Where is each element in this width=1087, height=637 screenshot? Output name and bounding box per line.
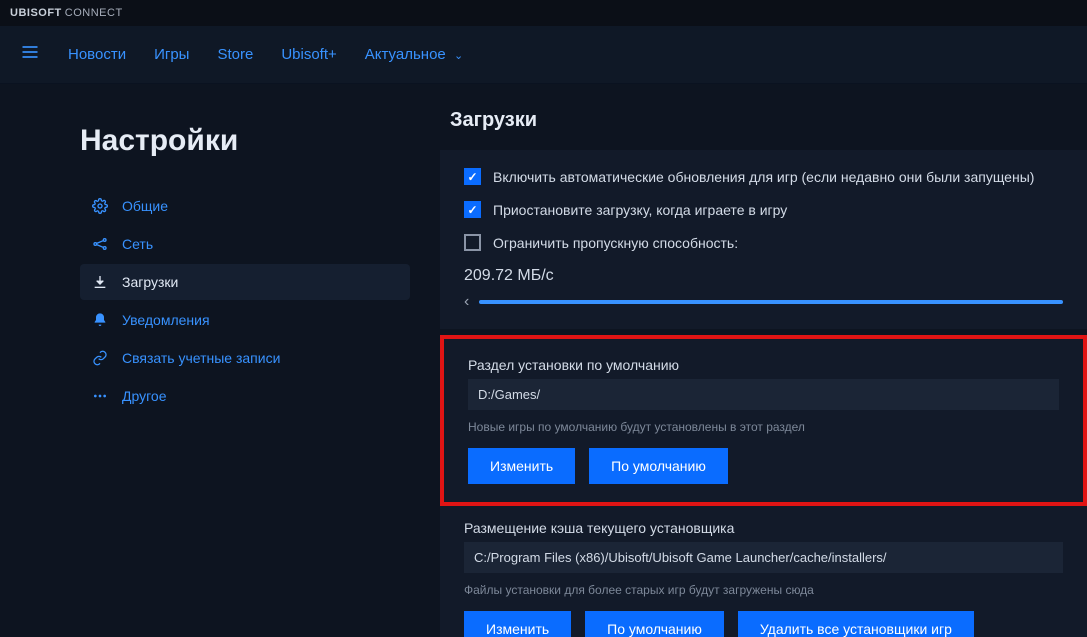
titlebar: UBISOFT CONNECT	[0, 0, 1087, 26]
nav-actual[interactable]: Актуальное ⌄	[365, 46, 463, 63]
nav-ubisoftplus[interactable]: Ubisoft+	[281, 46, 336, 63]
cache-change-button[interactable]: Изменить	[464, 611, 571, 637]
sidebar-item-link-accounts[interactable]: Связать учетные записи	[80, 340, 410, 376]
sidebar-item-label: Общие	[122, 198, 168, 214]
checkbox-label: Приостановите загрузку, когда играете в …	[493, 202, 787, 218]
chevron-left-icon[interactable]: ‹	[464, 293, 469, 311]
bandwidth-value: 209.72 МБ/с	[464, 267, 1063, 285]
nav-games[interactable]: Игры	[154, 46, 189, 63]
install-location-panel: Раздел установки по умолчанию D:/Games/ …	[440, 335, 1087, 506]
cache-delete-button[interactable]: Удалить все установщики игр	[738, 611, 974, 637]
nav-actual-label: Актуальное	[365, 46, 446, 63]
sidebar-item-label: Уведомления	[122, 312, 210, 328]
install-label: Раздел установки по умолчанию	[468, 357, 1059, 373]
cache-label: Размещение кэша текущего установщика	[464, 520, 1063, 536]
section-heading: Загрузки	[440, 109, 1087, 132]
network-icon	[92, 236, 108, 252]
sidebar-item-other[interactable]: Другое	[80, 378, 410, 414]
checkbox-limit-bandwidth[interactable]	[464, 234, 481, 251]
sidebar-item-notifications[interactable]: Уведомления	[80, 302, 410, 338]
nav-news[interactable]: Новости	[68, 46, 126, 63]
sidebar-item-label: Другое	[122, 388, 166, 404]
nav-store[interactable]: Store	[217, 46, 253, 63]
sidebar-item-downloads[interactable]: Загрузки	[80, 264, 410, 300]
bandwidth-slider[interactable]	[479, 300, 1063, 304]
default-button[interactable]: По умолчанию	[589, 448, 728, 484]
dots-icon	[92, 388, 108, 404]
brand-light: CONNECT	[65, 7, 123, 19]
bell-icon	[92, 312, 108, 328]
checkbox-pause-on-play[interactable]	[464, 201, 481, 218]
sidebar-item-general[interactable]: Общие	[80, 188, 410, 224]
page-title: Настройки	[80, 124, 410, 158]
sidebar-item-network[interactable]: Сеть	[80, 226, 410, 262]
sidebar-item-label: Сеть	[122, 236, 153, 252]
sidebar: Настройки Общие Сеть Загрузки Уведомлени…	[0, 84, 440, 637]
cache-default-button[interactable]: По умолчанию	[585, 611, 724, 637]
checkbox-label: Включить автоматические обновления для и…	[493, 169, 1034, 185]
checkbox-auto-update[interactable]	[464, 168, 481, 185]
gear-icon	[92, 198, 108, 214]
link-icon	[92, 350, 108, 366]
sidebar-item-label: Загрузки	[122, 274, 178, 290]
cache-location-panel: Размещение кэша текущего установщика C:/…	[440, 506, 1087, 637]
sidebar-item-label: Связать учетные записи	[122, 350, 280, 366]
brand-bold: UBISOFT	[10, 7, 62, 19]
chevron-down-icon: ⌄	[454, 50, 463, 62]
install-path[interactable]: D:/Games/	[468, 379, 1059, 410]
install-hint: Новые игры по умолчанию будут установлен…	[468, 420, 1059, 434]
panel-options: Включить автоматические обновления для и…	[440, 150, 1087, 329]
hamburger-icon[interactable]	[20, 42, 40, 68]
cache-hint: Файлы установки для более старых игр буд…	[464, 583, 1063, 597]
download-icon	[92, 274, 108, 290]
change-button[interactable]: Изменить	[468, 448, 575, 484]
top-nav: Новости Игры Store Ubisoft+ Актуальное ⌄	[0, 26, 1087, 84]
checkbox-label: Ограничить пропускную способность:	[493, 235, 738, 251]
cache-path[interactable]: C:/Program Files (x86)/Ubisoft/Ubisoft G…	[464, 542, 1063, 573]
main-content: Загрузки Включить автоматические обновле…	[440, 84, 1087, 637]
